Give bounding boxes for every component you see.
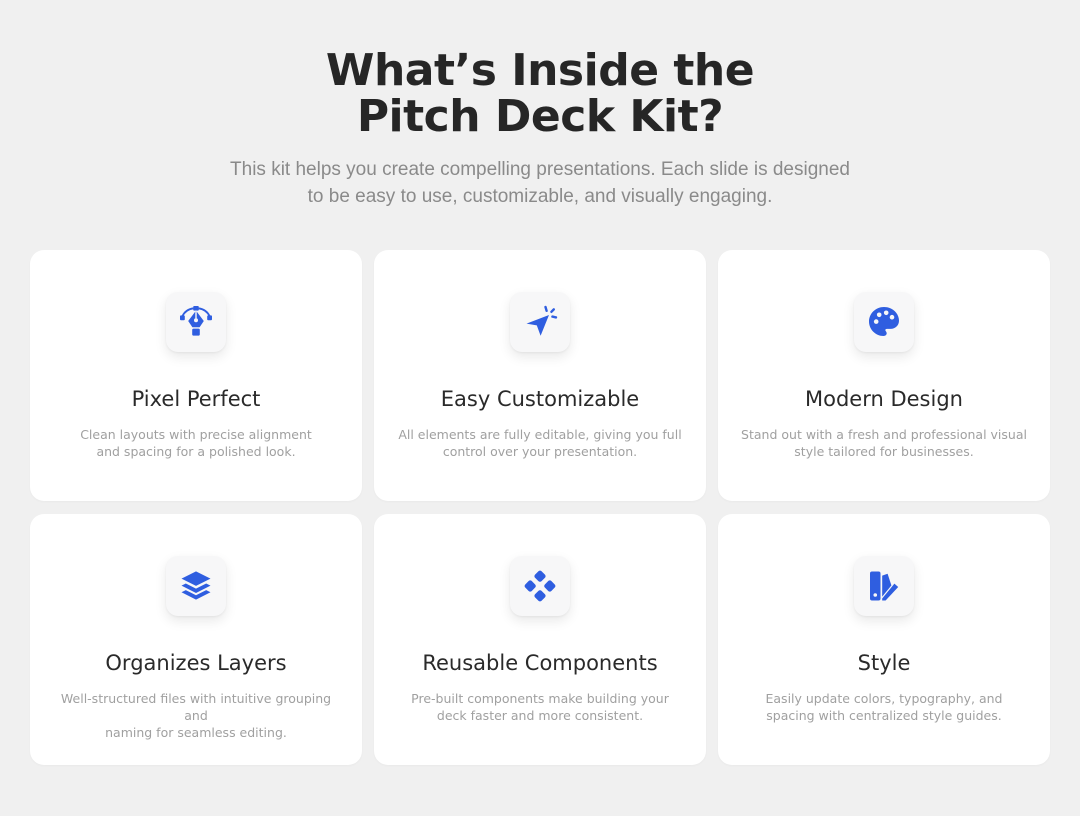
layers-icon [166, 556, 226, 616]
feature-description-line-1: Well-structured files with intuitive gro… [60, 691, 332, 723]
feature-title: Organizes Layers [105, 651, 287, 675]
feature-grid: Pixel Perfect Clean layouts with precise… [30, 250, 1050, 765]
feature-description-line-1: Clean layouts with precise alignment [80, 427, 312, 442]
feature-description: Clean layouts with precise alignment and… [50, 426, 342, 460]
feature-description-line-1: Easily update colors, typography, and [765, 691, 1003, 706]
feature-description-line-1: All elements are fully editable, giving … [398, 427, 682, 442]
swatches-icon [854, 556, 914, 616]
feature-card-easy-customizable: Easy Customizable All elements are fully… [374, 250, 706, 501]
title-line-1: What’s Inside the [325, 45, 755, 96]
feature-title: Style [857, 651, 911, 675]
page-subtitle: This kit helps you create compelling pre… [0, 156, 1080, 210]
feature-card-organizes-layers: Organizes Layers Well-structured files w… [30, 514, 362, 765]
feature-description: Easily update colors, typography, and sp… [738, 690, 1030, 724]
subtitle-line-2: to be easy to use, customizable, and vis… [307, 186, 773, 207]
feature-description-line-2: control over your presentation. [442, 444, 638, 459]
palette-icon [854, 292, 914, 352]
feature-title: Pixel Perfect [131, 387, 261, 411]
feature-description-line-1: Pre-built components make building your [411, 691, 669, 706]
feature-title: Modern Design [805, 387, 963, 411]
feature-description: All elements are fully editable, giving … [394, 426, 686, 460]
feature-description-line-2: and spacing for a polished look. [96, 444, 296, 459]
pen-tool-icon [166, 292, 226, 352]
feature-description-line-2: spacing with centralized style guides. [766, 708, 1002, 723]
components-icon [510, 556, 570, 616]
feature-card-modern-design: Modern Design Stand out with a fresh and… [718, 250, 1050, 501]
page-title: What’s Inside the Pitch Deck Kit? [0, 48, 1080, 140]
feature-description: Stand out with a fresh and professional … [738, 426, 1030, 460]
feature-description: Pre-built components make building your … [394, 690, 686, 724]
feature-title: Reusable Components [422, 651, 658, 675]
page: What’s Inside the Pitch Deck Kit? This k… [0, 0, 1080, 816]
feature-card-style: Style Easily update colors, typography, … [718, 514, 1050, 765]
feature-description-line-2: style tailored for businesses. [794, 444, 974, 459]
feature-description: Well-structured files with intuitive gro… [50, 690, 342, 741]
feature-title: Easy Customizable [440, 387, 640, 411]
title-line-2: Pitch Deck Kit? [356, 91, 724, 142]
feature-description-line-2: deck faster and more consistent. [436, 708, 644, 723]
feature-card-pixel-perfect: Pixel Perfect Clean layouts with precise… [30, 250, 362, 501]
feature-description-line-2: naming for seamless editing. [105, 725, 287, 740]
feature-card-reusable-components: Reusable Components Pre-built components… [374, 514, 706, 765]
subtitle-line-1: This kit helps you create compelling pre… [230, 159, 850, 180]
cursor-click-icon [510, 292, 570, 352]
feature-description-line-1: Stand out with a fresh and professional … [741, 427, 1027, 442]
section-header: What’s Inside the Pitch Deck Kit? This k… [0, 48, 1080, 210]
